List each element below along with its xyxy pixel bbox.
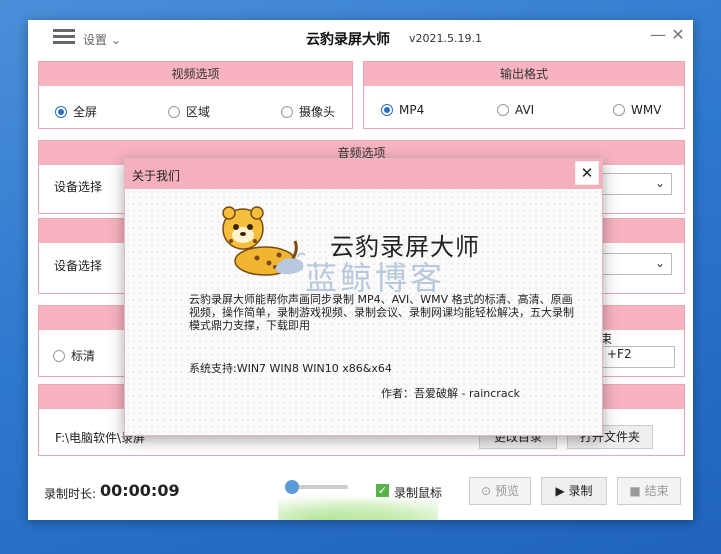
dialog-description: 云豹录屏大师能帮你声画同步录制 MP4、AVI、WMV 格式的标清、高清、原画视…	[189, 293, 574, 332]
radio-empty-icon	[168, 105, 180, 118]
radio-empty-icon	[281, 105, 293, 118]
radio-empty-icon	[497, 104, 509, 116]
author-credit: 作者：吾爱破解 - raincrack	[381, 387, 520, 400]
device-select-label: 设备选择	[54, 259, 103, 273]
radio-fullscreen[interactable]: 全屏	[55, 103, 97, 120]
radio-label: 全屏	[73, 105, 98, 119]
chevron-down-icon: ⌄	[654, 256, 665, 270]
hotkey-input[interactable]: +F2	[600, 346, 675, 368]
menu-icon[interactable]	[53, 29, 75, 45]
duration-label: 录制时长:	[44, 487, 97, 501]
whale-logo-icon	[275, 252, 306, 275]
output-format-title: 输出格式	[364, 62, 684, 86]
radio-selected-icon	[55, 105, 67, 118]
hotkey-value: +F2	[607, 347, 632, 361]
radio-wmv[interactable]: WMV	[613, 103, 661, 117]
radio-empty-icon	[53, 349, 65, 362]
app-title: 云豹录屏大师	[306, 32, 390, 48]
system-support: 系统支持:WIN7 WIN8 WIN10 x86&x64	[189, 362, 392, 375]
bottom-bar: 录制时长: 00:00:09 ✓ 录制鼠标 ⊙ 预览 ▶ 录制 ■ 结束	[28, 470, 693, 520]
radio-label: AVI	[515, 103, 535, 117]
minimize-button[interactable]: —	[648, 25, 668, 45]
preview-label: 预览	[494, 484, 519, 498]
radio-label: 标清	[71, 349, 96, 363]
radio-mp4[interactable]: MP4	[381, 103, 424, 117]
record-button[interactable]: ▶ 录制	[541, 477, 607, 505]
settings-menu[interactable]: 设置 ⌄	[83, 31, 121, 48]
record-label: 录制	[568, 484, 593, 498]
app-version: v2021.5.19.1	[409, 32, 482, 45]
radio-camera[interactable]: 摄像头	[281, 103, 335, 120]
play-icon: ▶	[555, 484, 565, 498]
about-dialog: 关于我们 ✕ 云豹录屏大师 蓝鲸博客 云豹录屏大师能帮你声画同步录制 MP4、A…	[124, 158, 603, 436]
radio-label: 区域	[186, 105, 211, 119]
radio-selected-icon	[381, 104, 393, 116]
radio-label: 摄像头	[299, 105, 336, 119]
chevron-down-icon: ⌄	[654, 176, 665, 190]
radio-region[interactable]: 区域	[168, 103, 210, 120]
video-options-title: 视频选项	[39, 62, 352, 86]
dialog-body: 云豹录屏大师 蓝鲸博客 云豹录屏大师能帮你声画同步录制 MP4、AVI、WMV …	[125, 189, 602, 435]
radio-label: WMV	[631, 103, 662, 117]
radio-label: MP4	[399, 103, 425, 117]
preview-button[interactable]: ⊙ 预览	[469, 477, 531, 505]
dialog-title: 关于我们	[132, 169, 181, 183]
radio-avi[interactable]: AVI	[497, 103, 534, 117]
video-options-panel: 视频选项 全屏 区域 摄像头	[38, 61, 353, 129]
radio-sd[interactable]: 标清	[53, 347, 95, 364]
record-mouse-label: 录制鼠标	[394, 486, 443, 500]
output-format-panel: 输出格式 MP4 AVI WMV	[363, 61, 685, 129]
volume-slider-handle[interactable]	[285, 480, 299, 494]
dialog-title-bar: 关于我们 ✕	[125, 159, 602, 189]
stop-label: 结束	[644, 484, 669, 498]
stop-button[interactable]: ■ 结束	[617, 477, 681, 505]
settings-label: 设置	[83, 33, 108, 47]
close-button[interactable]: ✕	[668, 25, 688, 45]
radio-empty-icon	[613, 104, 625, 116]
dialog-close-button[interactable]: ✕	[575, 161, 599, 185]
chevron-down-icon: ⌄	[110, 33, 121, 47]
record-mouse-checkbox[interactable]: ✓	[376, 484, 389, 497]
device-select-label: 设备选择	[54, 180, 103, 194]
duration-value: 00:00:09	[100, 481, 180, 500]
stop-icon: ■	[629, 484, 641, 498]
title-bar: 设置 ⌄ 云豹录屏大师 v2021.5.19.1 — ✕	[28, 20, 693, 56]
play-circle-icon: ⊙	[481, 484, 492, 498]
